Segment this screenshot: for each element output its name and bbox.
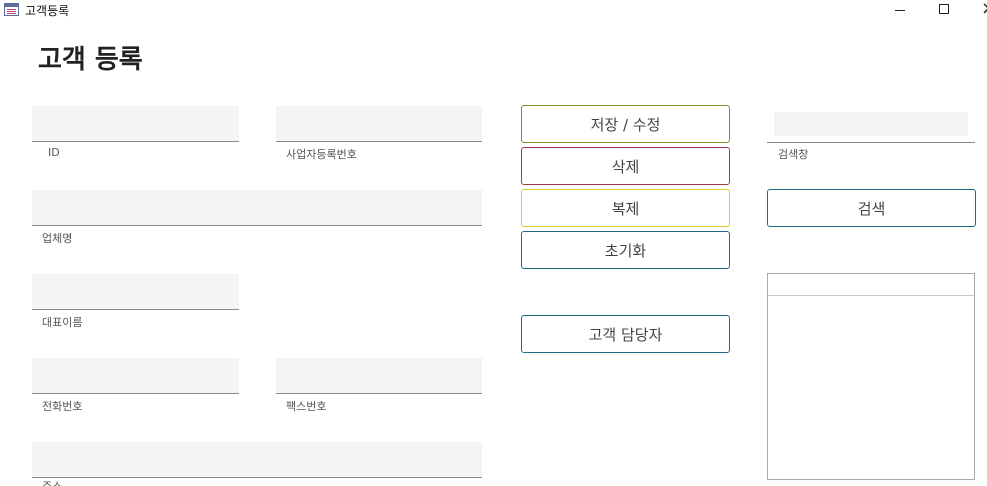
phone-field[interactable] [32,358,239,394]
title-bar: 고객등록 [0,0,987,20]
fax-field[interactable] [276,358,482,394]
business-number-field[interactable] [276,106,482,142]
page-title: 고객 등록 [38,45,143,75]
search-input[interactable] [774,112,968,136]
maximize-icon[interactable] [937,0,951,20]
close-icon[interactable] [981,0,987,20]
business-number-label: 사업자등록번호 [286,148,357,161]
search-underline [767,142,975,143]
search-button[interactable]: 검색 [767,189,976,227]
minimize-icon[interactable] [893,0,907,20]
copy-button[interactable]: 복제 [521,189,730,227]
results-list-header [768,274,974,296]
address-field[interactable] [32,442,482,478]
window-title: 고객등록 [25,4,70,18]
form-icon [4,3,19,16]
reset-button[interactable]: 초기화 [521,231,730,269]
phone-label: 전화번호 [42,400,83,413]
delete-button[interactable]: 삭제 [521,147,730,185]
search-label: 검색창 [778,148,809,161]
representative-label: 대표이름 [42,316,83,329]
results-list[interactable] [767,273,975,480]
id-field[interactable] [32,106,239,142]
fax-label: 팩스번호 [286,400,327,413]
customer-contacts-button[interactable]: 고객 담당자 [521,315,730,353]
company-name-label: 업체명 [42,232,73,245]
address-label: 주소 [42,480,62,486]
company-name-field[interactable] [32,190,482,226]
save-button[interactable]: 저장 / 수정 [521,105,730,143]
representative-field[interactable] [32,274,239,310]
id-label: ID [48,146,60,159]
